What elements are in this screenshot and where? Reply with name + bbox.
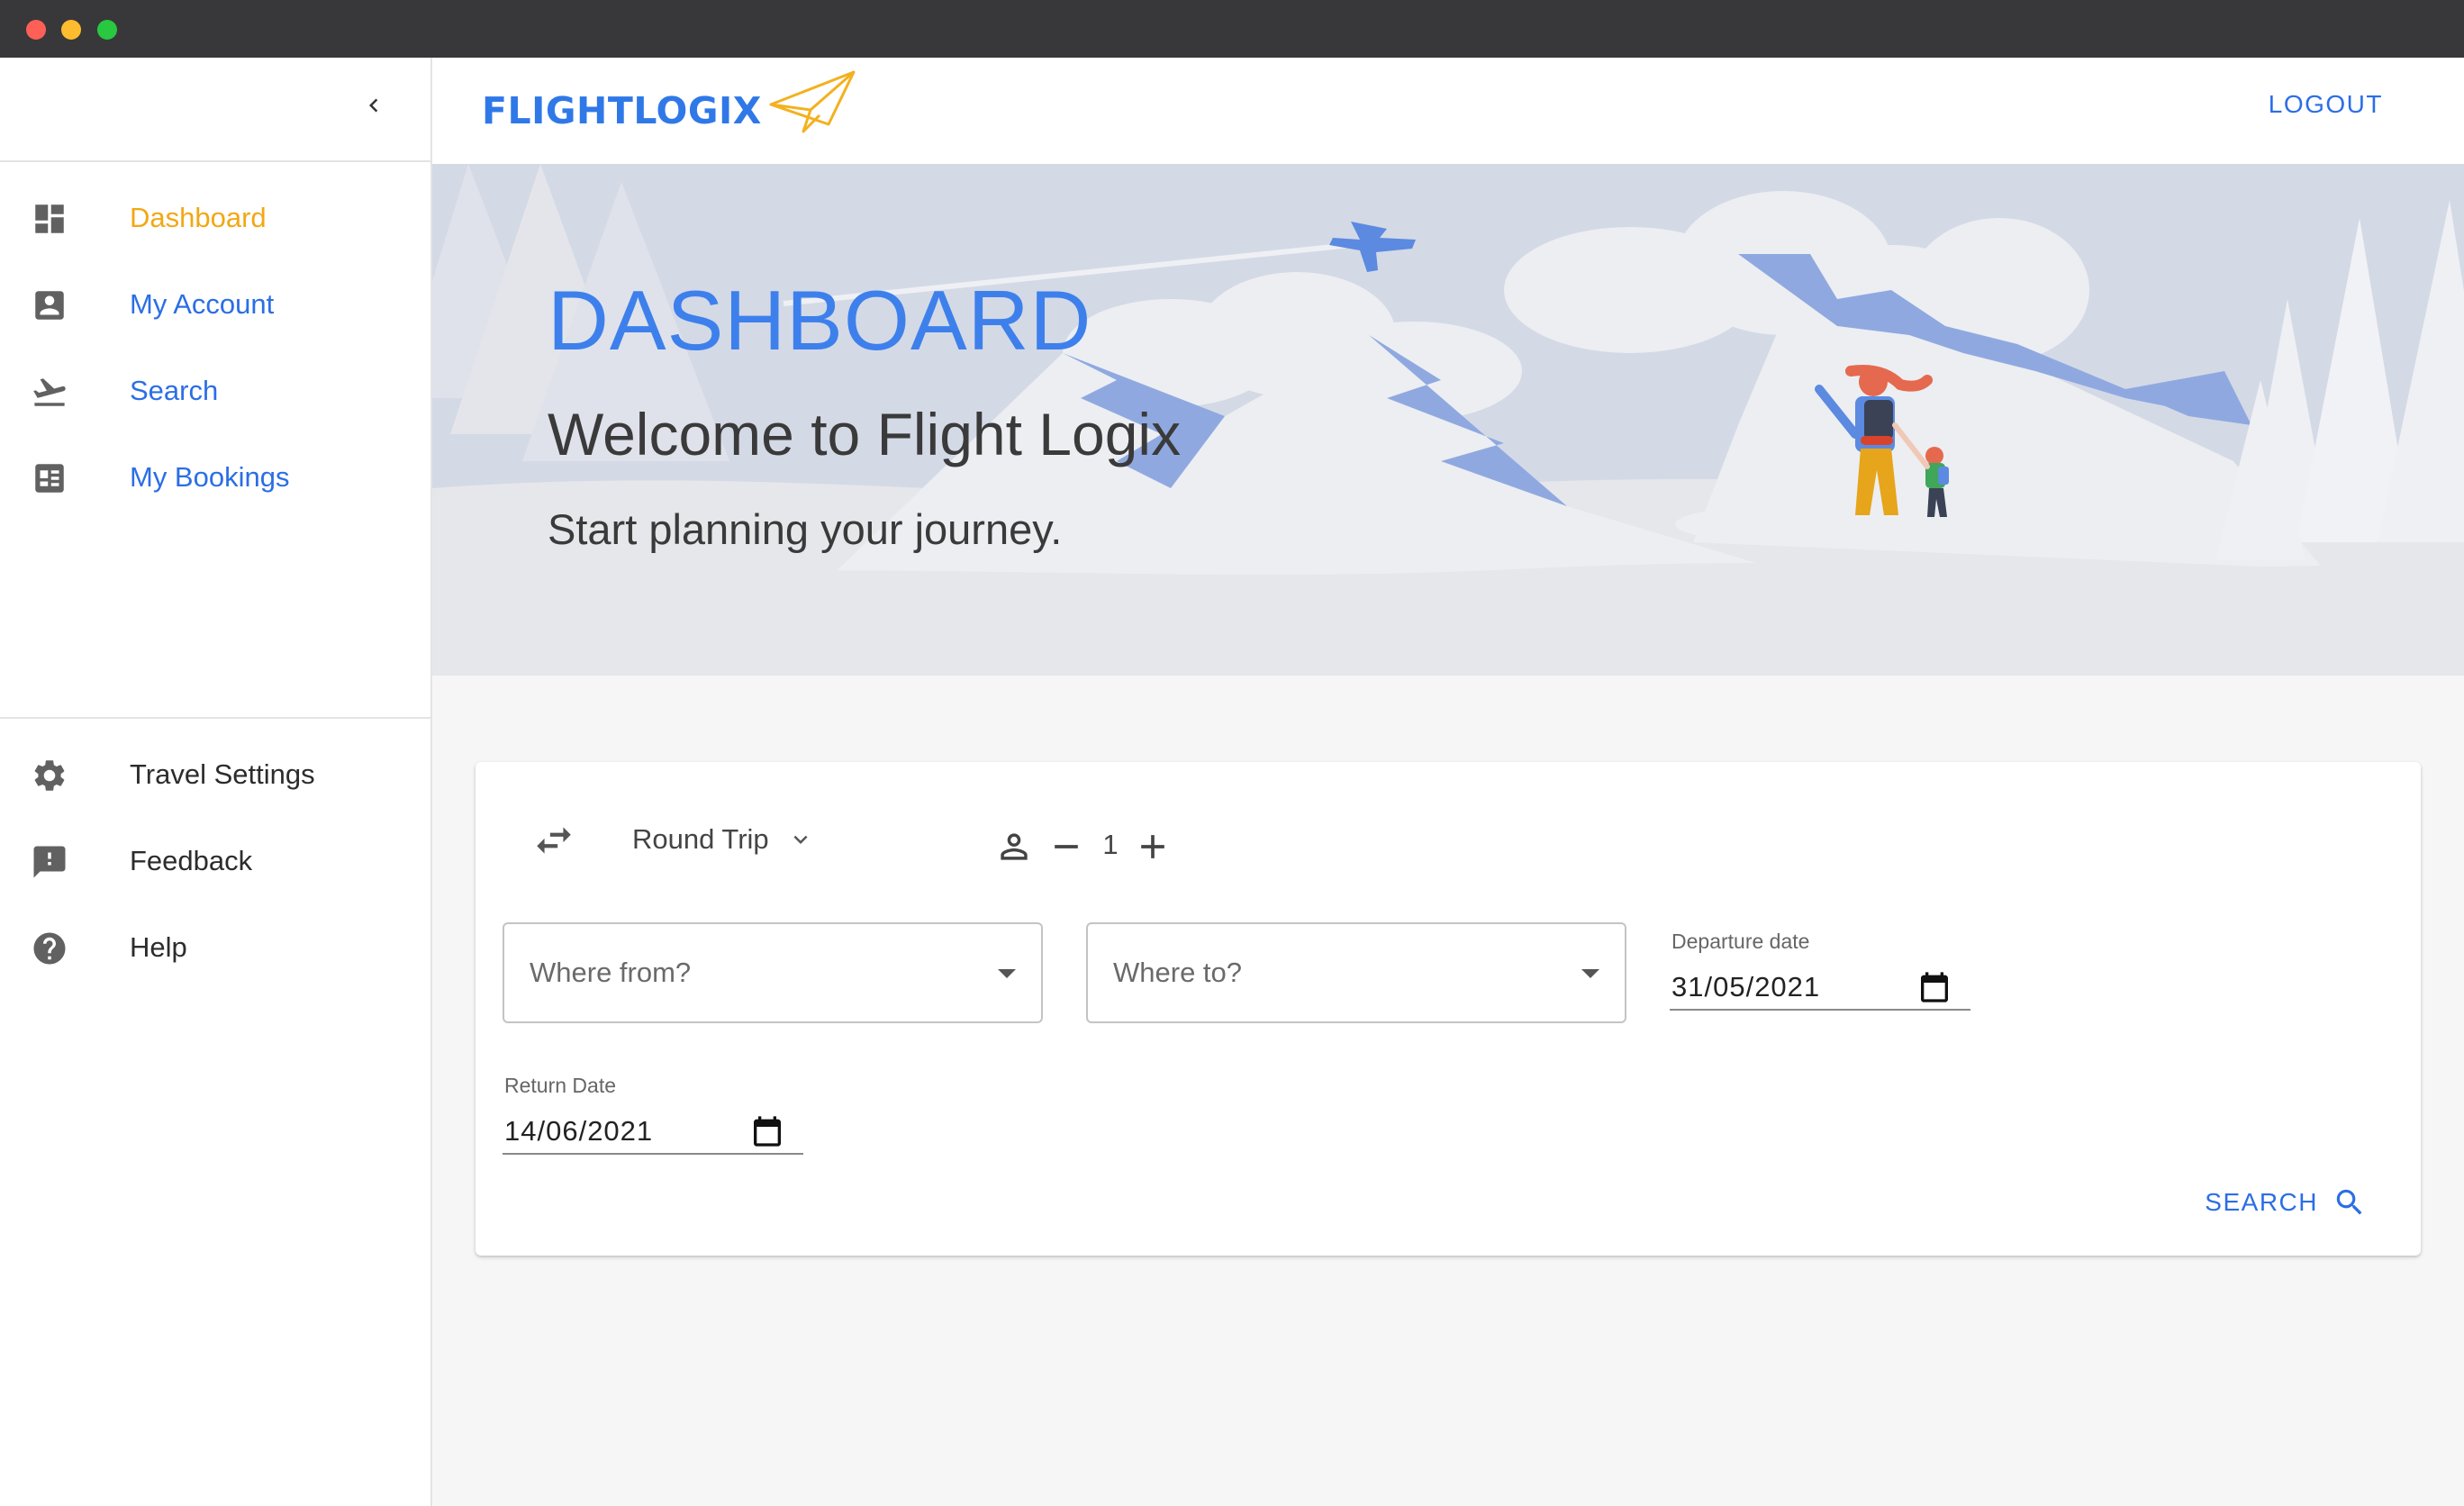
- trip-type-value: Round Trip: [632, 823, 769, 855]
- increase-passengers-button[interactable]: [1133, 827, 1173, 866]
- plus-icon: [1141, 835, 1164, 858]
- bookings-list-icon: [35, 464, 64, 493]
- welcome-subtitle: Start planning your journey.: [548, 505, 1063, 553]
- sidebar-item-my-bookings[interactable]: My Bookings: [0, 441, 430, 513]
- flight-takeoff-icon: [33, 378, 66, 406]
- close-window-button[interactable]: [26, 20, 46, 40]
- chevron-left-icon: [369, 98, 378, 113]
- sidebar-item-my-account[interactable]: My Account: [0, 268, 430, 340]
- return-date-value: 14/06/2021: [504, 1115, 654, 1147]
- sidebar-item-label: Travel Settings: [130, 758, 315, 790]
- return-date-field[interactable]: Return Date 14/06/2021: [503, 1074, 803, 1155]
- return-date-label: Return Date: [504, 1074, 617, 1097]
- logo[interactable]: FLIGHTLOGIX: [482, 70, 857, 133]
- decrease-passengers-button[interactable]: [1046, 827, 1086, 866]
- sidebar-item-help[interactable]: Help: [0, 912, 430, 984]
- departure-date-field[interactable]: Departure date 31/05/2021: [1670, 930, 1970, 1011]
- sidebar-item-label: My Bookings: [130, 461, 290, 493]
- departure-date-label: Departure date: [1671, 930, 1810, 953]
- logout-button[interactable]: LOGOUT: [2269, 90, 2383, 119]
- sidebar-item-feedback[interactable]: Feedback: [0, 825, 430, 897]
- sidebar-collapse-button[interactable]: [351, 83, 396, 128]
- trip-type-select[interactable]: Round Trip: [632, 823, 814, 856]
- sidebar-item-travel-settings[interactable]: Travel Settings: [0, 739, 430, 811]
- dashboard-icon: [35, 204, 64, 233]
- minus-icon: [1055, 845, 1078, 848]
- logo-text: FLIGHTLOGIX: [482, 89, 762, 132]
- paper-plane-icon: [769, 70, 856, 133]
- maximize-window-button[interactable]: [97, 20, 117, 40]
- flight-search-card: Round Trip 1 Where from? Where to? Depar…: [476, 762, 2421, 1256]
- top-app-bar: FLIGHTLOGIX LOGOUT: [432, 58, 2464, 164]
- sidebar-divider: [0, 717, 430, 719]
- destination-placeholder: Where to?: [1113, 957, 1243, 988]
- passenger-count: 1: [1102, 829, 1119, 860]
- search-flights-button[interactable]: SEARCH: [2205, 1185, 2367, 1220]
- sidebar-item-label: Feedback: [130, 845, 253, 876]
- swap-locations-button[interactable]: [531, 818, 576, 863]
- welcome-heading: Welcome to Flight Logix: [548, 401, 1182, 467]
- gear-icon: [34, 760, 65, 791]
- search-button-label: SEARCH: [2205, 1188, 2318, 1216]
- dropdown-arrow-icon: [1581, 969, 1599, 978]
- destination-select[interactable]: Where to?: [1086, 922, 1626, 1023]
- origin-placeholder: Where from?: [530, 957, 692, 988]
- calendar-icon[interactable]: [1916, 969, 1952, 1005]
- sidebar-divider: [0, 160, 430, 162]
- minimize-window-button[interactable]: [61, 20, 81, 40]
- window-titlebar: [0, 0, 2464, 58]
- chevron-down-icon: [793, 835, 808, 844]
- page-title: DASHBOARD: [548, 273, 1092, 367]
- sidebar-item-dashboard[interactable]: Dashboard: [0, 182, 430, 254]
- swap-horiz-icon: [537, 827, 571, 854]
- main-content: Round Trip 1 Where from? Where to? Depar…: [432, 676, 2464, 1506]
- help-icon: [33, 932, 66, 965]
- departure-date-value: 31/05/2021: [1671, 971, 1821, 1002]
- sidebar-item-search[interactable]: Search: [0, 355, 430, 427]
- sidebar-item-label: Dashboard: [130, 202, 267, 233]
- person-icon: [1001, 833, 1028, 860]
- sidebar-item-label: Help: [130, 931, 187, 963]
- origin-select[interactable]: Where from?: [503, 922, 1043, 1023]
- hero-banner: DASHBOARD Welcome to Flight Logix Start …: [432, 164, 2464, 676]
- feedback-icon: [33, 846, 66, 878]
- dropdown-arrow-icon: [998, 969, 1016, 978]
- calendar-icon[interactable]: [749, 1113, 785, 1149]
- search-icon: [2336, 1189, 2362, 1215]
- sidebar: Dashboard My Account Search My Bookings …: [0, 58, 432, 1506]
- sidebar-item-label: My Account: [130, 288, 275, 320]
- sidebar-item-label: Search: [130, 375, 219, 406]
- account-box-icon: [35, 291, 64, 320]
